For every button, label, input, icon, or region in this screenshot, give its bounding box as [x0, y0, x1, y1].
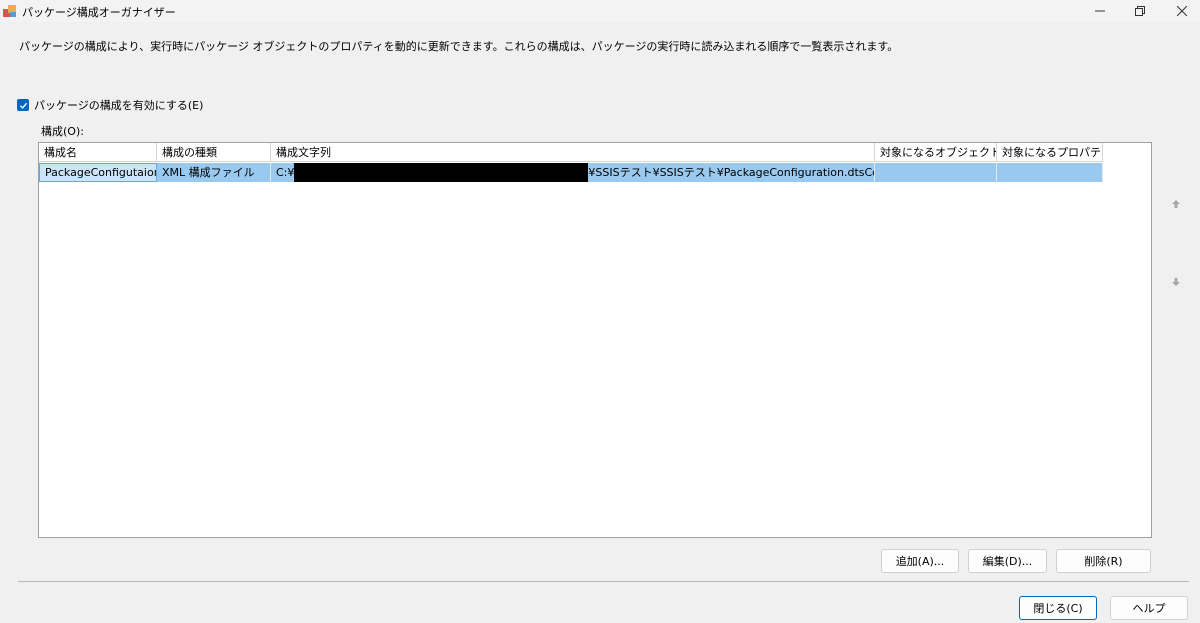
- title-bar: パッケージ構成オーガナイザー: [0, 0, 1200, 22]
- restore-icon: [1135, 6, 1145, 16]
- help-button[interactable]: ヘルプ: [1110, 596, 1188, 620]
- configurations-grid[interactable]: 構成名 構成の種類 構成文字列 対象になるオブジェクト 対象になるプロパティ P…: [38, 142, 1152, 538]
- cell-config-string[interactable]: C:¥ ¥SSISテスト¥SSISテスト¥PackageConfiguration…: [271, 163, 875, 182]
- cell-target-property[interactable]: [997, 163, 1103, 182]
- restore-button[interactable]: [1122, 0, 1158, 22]
- minimize-icon: [1095, 10, 1105, 12]
- configurations-label: 構成(O):: [41, 125, 84, 138]
- close-window-button[interactable]: [1164, 0, 1200, 22]
- redaction-bar: [294, 163, 589, 182]
- table-row[interactable]: PackageConfigutaion XML 構成ファイル C:¥ ¥SSISテ…: [39, 163, 1103, 182]
- move-up-button[interactable]: [1163, 192, 1189, 216]
- column-header-string[interactable]: 構成文字列: [271, 143, 875, 162]
- delete-button[interactable]: 削除(R): [1056, 549, 1151, 573]
- close-icon: [1177, 6, 1187, 16]
- minimize-button[interactable]: [1082, 0, 1118, 22]
- checkbox[interactable]: [17, 99, 29, 111]
- column-header-target-object[interactable]: 対象になるオブジェクト: [875, 143, 997, 162]
- arrow-down-icon: [1172, 278, 1180, 286]
- description-text: パッケージの構成により、実行時にパッケージ オブジェクトのプロパティを動的に更新…: [19, 40, 899, 53]
- cell-config-type[interactable]: XML 構成ファイル: [157, 163, 271, 182]
- checkmark-icon: [19, 102, 27, 109]
- ssis-package-icon: [3, 5, 16, 17]
- window-title: パッケージ構成オーガナイザー: [22, 6, 176, 19]
- enable-configurations-checkbox[interactable]: パッケージの構成を有効にする(E): [17, 97, 203, 113]
- column-header-target-property[interactable]: 対象になるプロパティ: [997, 143, 1103, 162]
- config-string-suffix: ¥SSISテスト¥SSISテスト¥PackageConfiguration.dt…: [588, 166, 875, 179]
- add-button[interactable]: 追加(A)...: [881, 549, 959, 573]
- edit-button[interactable]: 編集(D)...: [968, 549, 1047, 573]
- column-header-name[interactable]: 構成名: [39, 143, 157, 162]
- separator: [18, 581, 1189, 582]
- cell-target-object[interactable]: [875, 163, 997, 182]
- move-down-button[interactable]: [1163, 270, 1189, 294]
- enable-configurations-label: パッケージの構成を有効にする(E): [34, 99, 204, 112]
- column-header-type[interactable]: 構成の種類: [157, 143, 271, 162]
- close-button[interactable]: 閉じる(C): [1019, 596, 1097, 620]
- config-string-prefix: C:¥: [276, 166, 295, 179]
- arrow-up-icon: [1172, 200, 1180, 208]
- cell-config-name[interactable]: PackageConfigutaion: [39, 163, 157, 182]
- grid-header: 構成名 構成の種類 構成文字列 対象になるオブジェクト 対象になるプロパティ: [39, 143, 1103, 162]
